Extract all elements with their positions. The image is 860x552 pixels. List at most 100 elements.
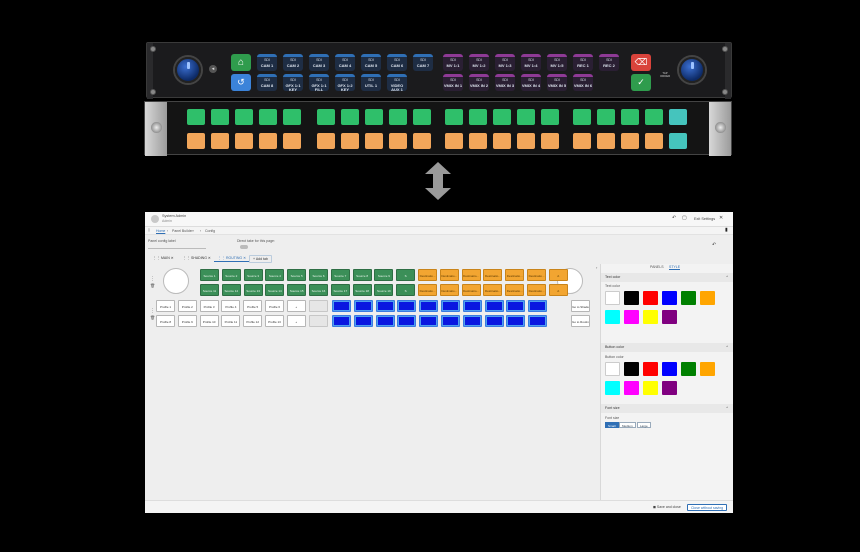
hardware-source-button[interactable]: SDI CAM 8	[257, 74, 277, 91]
source-button[interactable]: Source 12	[221, 284, 241, 296]
hardware-key-orange[interactable]	[645, 133, 663, 149]
profile-button[interactable]: Profile 8	[156, 315, 175, 327]
color-swatch[interactable]	[643, 291, 658, 305]
source-button[interactable]: Source 1	[200, 269, 219, 281]
chevron-up-icon[interactable]: ^	[726, 404, 728, 413]
hardware-source-button[interactable]: SDI CAM 3	[309, 54, 329, 71]
go-to-shade-button[interactable]: Go to Shade	[571, 300, 590, 312]
close-without-saving-button[interactable]: Close without saving	[687, 504, 728, 511]
hardware-key-orange[interactable]	[317, 133, 335, 149]
hardware-source-button[interactable]: SDI MV 1:4	[521, 54, 541, 71]
color-swatch[interactable]	[624, 362, 639, 376]
destination-button[interactable]: Destinatio...	[505, 284, 525, 296]
source-button[interactable]: Source 13	[243, 284, 263, 296]
profile-button[interactable]: +	[286, 300, 306, 312]
hardware-key-orange[interactable]	[259, 133, 277, 149]
color-swatch[interactable]	[605, 362, 620, 376]
source-button[interactable]: Source 18	[352, 284, 372, 296]
collapse-panel-icon[interactable]: ›	[596, 265, 597, 270]
destination-button[interactable]: Destinatio...	[483, 284, 503, 296]
profile-button[interactable]: Profile 12	[243, 315, 263, 327]
hardware-source-button[interactable]: SDI GFX 1:1 KEY	[283, 74, 303, 91]
hardware-key-green[interactable]	[517, 109, 535, 125]
hardware-source-button[interactable]: SDI CAM 7	[413, 54, 433, 71]
color-swatch[interactable]	[662, 381, 677, 395]
chevron-up-icon[interactable]: ^	[726, 273, 728, 282]
history-icon[interactable]: ↶	[672, 215, 676, 221]
routing-slot-blue[interactable]	[397, 315, 417, 327]
hardware-key-green[interactable]	[621, 109, 639, 125]
color-swatch[interactable]	[605, 381, 620, 395]
routing-slot-blue[interactable]	[375, 315, 395, 327]
tab-style[interactable]: STYLE	[669, 265, 681, 270]
source-button[interactable]: Source 4	[265, 269, 285, 281]
drag-handle-icon[interactable]: ⋮	[150, 308, 155, 314]
hardware-source-button[interactable]: SDI CAM 5	[361, 54, 381, 71]
font-size-medium[interactable]: Medium	[619, 422, 636, 428]
profile-button[interactable]: Profile 10	[199, 315, 219, 327]
source-button[interactable]: Source 14	[265, 284, 285, 296]
avatar[interactable]	[151, 215, 159, 223]
hardware-source-button[interactable]: SDI VMIX IN 4	[521, 74, 541, 91]
chevron-up-icon[interactable]: ^	[726, 343, 728, 352]
tab-routing[interactable]: ⋮⋮ ROUTING ✕	[214, 254, 251, 262]
destination-button[interactable]: Destinatio...	[439, 284, 459, 296]
undo-icon[interactable]: ↶	[712, 242, 716, 248]
routing-slot-blue[interactable]	[462, 315, 482, 327]
exit-settings-label[interactable]: Exit Settings	[694, 217, 715, 221]
hardware-key-green[interactable]	[341, 109, 359, 125]
profile-button[interactable]: Profile 13	[265, 315, 284, 327]
hardware-key-green[interactable]	[493, 109, 511, 125]
direct-take-toggle[interactable]	[240, 245, 248, 249]
routing-slot-blue[interactable]	[528, 315, 548, 327]
breadcrumb-home[interactable]: Home	[156, 229, 165, 233]
panel-config-label-input[interactable]	[148, 244, 206, 249]
save-close-button[interactable]: ◼ Save and close	[650, 504, 684, 511]
source-button[interactable]: Source 16	[309, 284, 328, 296]
profile-button[interactable]: Profile 2	[177, 300, 197, 312]
source-button[interactable]: Source 5	[287, 269, 307, 281]
hardware-key-orange[interactable]	[469, 133, 487, 149]
delete-row-icon[interactable]: 🗑	[150, 283, 155, 288]
routing-slot-blue[interactable]	[419, 315, 439, 327]
source-button[interactable]: Source 9	[374, 269, 394, 281]
color-swatch[interactable]	[700, 362, 715, 376]
color-swatch[interactable]	[681, 291, 696, 305]
hardware-key-green[interactable]	[597, 109, 615, 125]
hardware-key-orange[interactable]	[493, 133, 511, 149]
destination-button[interactable]: Destinatio...	[505, 269, 525, 281]
text-color-section-header[interactable]: Text color ^	[601, 273, 733, 282]
routing-slot-blue[interactable]	[506, 315, 526, 327]
color-swatch[interactable]	[624, 381, 639, 395]
hardware-source-button[interactable]: SDI VMIX IN 1	[443, 74, 463, 91]
knob-placeholder-left[interactable]	[163, 268, 189, 294]
font-size-section-header[interactable]: Font size ^	[601, 404, 733, 413]
color-swatch[interactable]	[662, 310, 677, 324]
routing-slot-blue[interactable]	[528, 300, 548, 312]
hardware-key-orange[interactable]	[365, 133, 383, 149]
hardware-key-green[interactable]	[283, 109, 301, 125]
color-swatch[interactable]	[681, 362, 696, 376]
source-button[interactable]: Source 19	[374, 284, 394, 296]
color-swatch[interactable]	[643, 310, 658, 324]
color-swatch[interactable]	[605, 291, 620, 305]
destination-button[interactable]: Destinatio...	[527, 269, 546, 281]
hardware-key-orange[interactable]	[541, 133, 559, 149]
home-icon[interactable]: ⌂	[231, 54, 251, 71]
hardware-key-green[interactable]	[389, 109, 407, 125]
font-size-large[interactable]: Large	[637, 422, 651, 428]
routing-slot-blue[interactable]	[397, 300, 417, 312]
rotary-knob-left[interactable]	[175, 57, 201, 83]
routing-slot-blue[interactable]	[332, 315, 351, 327]
color-swatch[interactable]	[662, 362, 677, 376]
routing-slot-blue[interactable]	[484, 315, 504, 327]
hardware-key-green[interactable]	[645, 109, 663, 125]
source-button[interactable]: Source 2	[221, 269, 241, 281]
bookmark-icon[interactable]: ▮	[725, 227, 728, 233]
confirm-icon[interactable]: ✓	[631, 74, 651, 91]
hardware-source-button[interactable]: SDI GFX 1:2 KEY	[335, 74, 355, 91]
profile-button[interactable]: Profile 1	[156, 300, 175, 312]
hardware-source-button[interactable]: SDI CAM 4	[335, 54, 355, 71]
destination-button[interactable]: A	[548, 284, 568, 296]
color-swatch[interactable]	[624, 310, 639, 324]
